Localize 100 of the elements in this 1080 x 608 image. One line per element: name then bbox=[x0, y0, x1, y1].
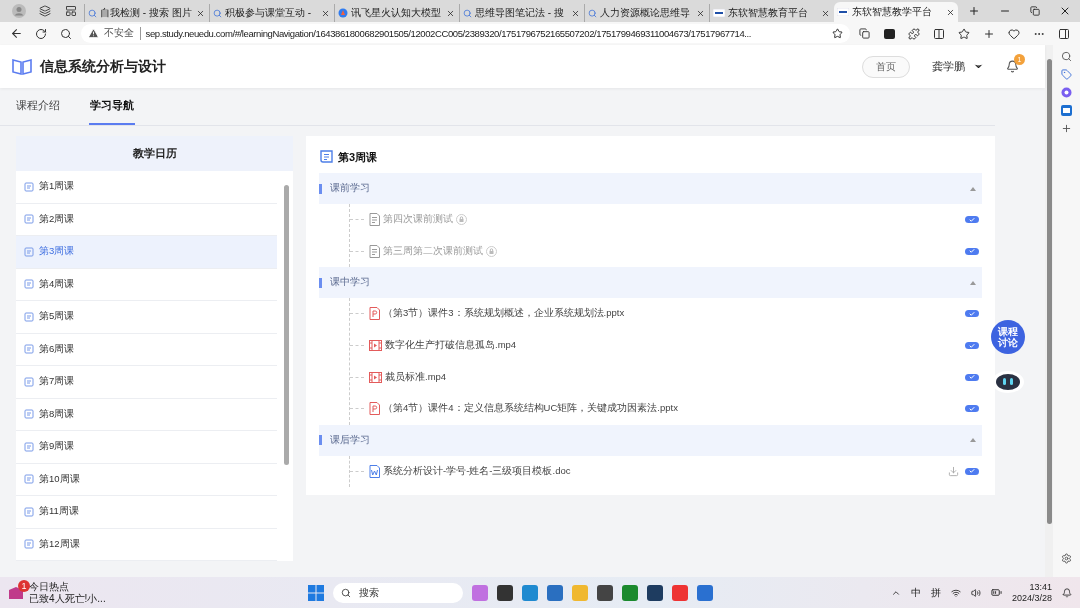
close-tab-icon[interactable] bbox=[446, 8, 455, 18]
clock-time[interactable]: 13:41 bbox=[1029, 581, 1052, 593]
volume-icon[interactable] bbox=[970, 587, 981, 598]
home-button[interactable]: 首页 bbox=[862, 55, 910, 78]
taskbar-app-icon[interactable] bbox=[497, 584, 513, 601]
site-logo-icon bbox=[837, 8, 849, 16]
site-logo-icon bbox=[713, 9, 725, 17]
calendar-icon bbox=[24, 246, 34, 257]
close-icon[interactable] bbox=[1059, 5, 1071, 17]
slides-file-icon bbox=[369, 402, 380, 416]
input-method-indicator[interactable]: 拼 bbox=[930, 585, 941, 600]
calendar-icon bbox=[24, 279, 34, 290]
search-icon bbox=[213, 8, 222, 18]
add-icon[interactable] bbox=[1061, 123, 1072, 134]
calendar-icon bbox=[24, 214, 34, 225]
nav-tab[interactable]: 课程介绍 bbox=[15, 88, 61, 125]
address-bar[interactable]: 不安全 sep.study.neuedu.com/#/learningNavigation/1643861800682901505/12002CC005/2389320/1751796752165507202/1751799469311004673/17517967714... bbox=[80, 24, 851, 43]
url-text: sep.study.neuedu.com/#/learningNavigation/1643861800682901505/12002CC005/2389320/1751796752165507202/1751799469311004673/17517967714... bbox=[145, 28, 752, 39]
notes-icon bbox=[319, 149, 334, 165]
news-title[interactable]: 今日热点 bbox=[29, 580, 106, 593]
section-header[interactable]: 课前学习 bbox=[319, 173, 982, 204]
add-collection-icon[interactable] bbox=[983, 27, 996, 40]
search-icon bbox=[588, 8, 597, 18]
news-badge: 1 bbox=[18, 579, 30, 592]
video-file-icon bbox=[369, 371, 382, 383]
close-tab-icon[interactable] bbox=[696, 8, 705, 18]
input-method-indicator[interactable]: 中 bbox=[910, 585, 921, 600]
restore-icon[interactable] bbox=[1030, 6, 1040, 16]
calendar-icon bbox=[24, 474, 34, 485]
sidebar-icon[interactable] bbox=[1057, 27, 1070, 40]
close-tab-icon[interactable] bbox=[821, 8, 830, 18]
collapse-icon[interactable] bbox=[970, 186, 976, 191]
section-header[interactable]: 课中学习 bbox=[319, 267, 982, 299]
favorite-icon[interactable] bbox=[832, 28, 844, 39]
new-tab-icon[interactable] bbox=[968, 5, 980, 17]
scrollbar[interactable] bbox=[284, 185, 289, 465]
app-icon[interactable] bbox=[1061, 87, 1072, 98]
collapse-icon[interactable] bbox=[970, 280, 976, 285]
resource-link[interactable]: 系统分析设计-学号-姓名-三级项目模板.doc bbox=[383, 464, 571, 478]
network-icon[interactable] bbox=[950, 587, 961, 598]
search-icon[interactable] bbox=[1061, 51, 1072, 62]
calendar-icon bbox=[24, 441, 34, 452]
slides-file-icon bbox=[369, 307, 380, 321]
taskbar-search[interactable]: 搜索 bbox=[333, 582, 463, 603]
close-tab-icon[interactable] bbox=[321, 8, 330, 18]
resource-link[interactable]: 数字化生产打破信息孤岛.mp4 bbox=[385, 339, 517, 353]
collapse-icon[interactable] bbox=[970, 438, 976, 443]
clock-date[interactable]: 2024/3/28 bbox=[1011, 592, 1052, 604]
close-tab-icon[interactable] bbox=[196, 8, 205, 18]
word-file-icon bbox=[369, 464, 380, 478]
calendar-icon bbox=[24, 539, 34, 550]
calendar-icon bbox=[24, 344, 34, 355]
calendar-header: 教学日历 bbox=[16, 136, 293, 171]
health-icon[interactable] bbox=[1007, 27, 1020, 40]
settings-icon[interactable] bbox=[1061, 553, 1072, 564]
workspaces-icon[interactable] bbox=[39, 5, 51, 17]
split-icon[interactable] bbox=[859, 28, 871, 39]
video-file-icon bbox=[369, 340, 382, 352]
profile-icon[interactable] bbox=[12, 4, 26, 18]
calendar-icon bbox=[24, 311, 34, 322]
back-icon[interactable] bbox=[9, 27, 23, 40]
document-icon bbox=[369, 213, 380, 227]
battery-icon[interactable] bbox=[990, 587, 1002, 598]
warning-icon bbox=[87, 28, 99, 39]
calendar-icon bbox=[24, 181, 34, 192]
resource-link[interactable]: （第3节）课件3：系统规划概述，企业系统规划法.pptx bbox=[383, 307, 625, 321]
week-title: 第3周课 bbox=[338, 149, 378, 165]
windows-start-icon[interactable] bbox=[308, 584, 324, 601]
extensions-icon[interactable] bbox=[908, 27, 921, 40]
book-icon bbox=[12, 58, 32, 75]
page-scrollbar[interactable] bbox=[1046, 59, 1052, 524]
resource-link[interactable]: 裁员标准.mp4 bbox=[385, 370, 447, 384]
close-tab-icon[interactable] bbox=[946, 7, 955, 17]
notification-icon[interactable] bbox=[1062, 587, 1072, 598]
taskbar-app-icon[interactable] bbox=[647, 584, 663, 601]
calendar-icon bbox=[24, 506, 34, 517]
document-icon bbox=[369, 244, 380, 258]
news-text[interactable]: 已致4人死亡!小... bbox=[29, 592, 106, 605]
tab-actions-icon[interactable] bbox=[65, 5, 77, 17]
nav-tab[interactable]: 学习导航 bbox=[89, 88, 135, 125]
security-label: 不安全 bbox=[103, 27, 141, 40]
split-screen-icon[interactable] bbox=[933, 27, 946, 40]
calendar-icon bbox=[24, 376, 34, 387]
taskbar-app-icon[interactable] bbox=[597, 584, 613, 601]
course-title: 信息系统分析与设计 bbox=[40, 57, 166, 76]
refresh-icon[interactable] bbox=[35, 27, 48, 40]
search-icon bbox=[88, 8, 97, 18]
user-name[interactable]: 龚学鹏 bbox=[932, 59, 965, 74]
section-header[interactable]: 课后学习 bbox=[319, 424, 982, 456]
search-icon[interactable] bbox=[60, 27, 73, 40]
search-icon bbox=[463, 8, 472, 18]
discussion-button[interactable]: 课程讨论 bbox=[991, 320, 1025, 354]
bell-icon[interactable] bbox=[1006, 60, 1019, 73]
calendar-icon bbox=[24, 409, 34, 420]
close-tab-icon[interactable] bbox=[571, 8, 580, 18]
favorites-icon[interactable] bbox=[958, 27, 971, 40]
resource-link[interactable]: （第4节）课件4：定义信息系统结构UC矩阵，关键成功因素法.pptx bbox=[383, 402, 678, 416]
browser-tab[interactable]: 东软智慧教学平台 bbox=[834, 2, 958, 22]
search-icon bbox=[341, 587, 351, 598]
week-item[interactable]: 第3周课 bbox=[16, 236, 277, 269]
